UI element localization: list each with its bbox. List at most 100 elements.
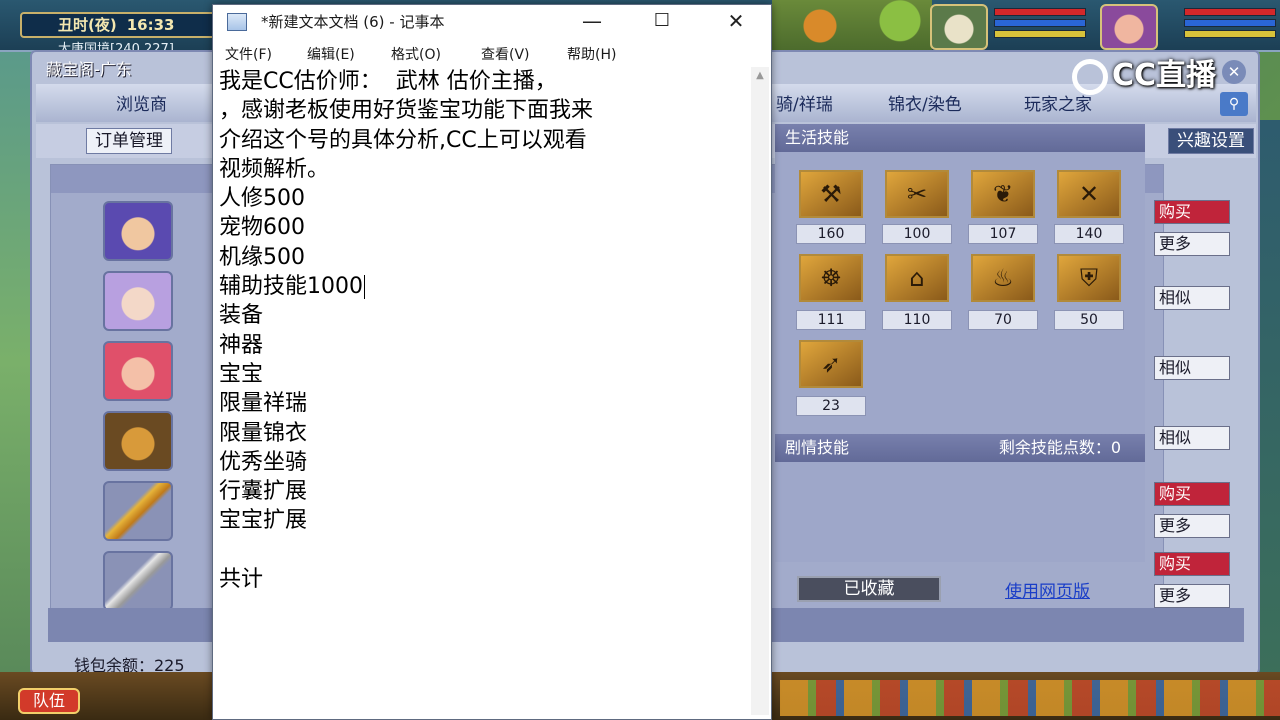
skill-level: 50 [1054,310,1124,330]
skill-tool-icon[interactable]: ✂ [885,170,949,218]
game-time-box: 丑时(夜) 16:33 [20,12,220,38]
skill-level: 107 [968,224,1038,244]
cc-live-watermark: CC直播 [1072,50,1216,95]
listing-thumbnail[interactable] [103,201,173,261]
notepad-menu-bar: 文件(F) 编辑(E) 格式(O) 查看(V) 帮助(H) [213,41,771,65]
hp-bar [994,8,1086,16]
shortcut-icons-bar[interactable] [780,680,1280,716]
use-web-version-link[interactable]: 使用网页版 [1005,577,1090,602]
exp-bar [1184,30,1276,38]
similar-button[interactable]: 相似 [1154,356,1230,380]
notepad-app-icon [227,13,247,31]
listing-thumbnail[interactable] [103,271,173,331]
mp-bar [994,19,1086,27]
text-line: 宠物600 [219,215,305,241]
similar-button[interactable]: 相似 [1154,426,1230,450]
decor-scenery [772,0,932,52]
text-line: ，感谢老板使用好货鉴宝功能下面我来 [219,98,594,124]
plot-skills-header: 剧情技能 剩余技能点数：0 [775,434,1145,462]
text-line [219,536,749,565]
listing-thumbnail[interactable] [103,551,173,611]
text-line: 宝宝扩展 [219,508,308,534]
skill-building-icon[interactable]: ⌂ [885,254,949,302]
more-button[interactable]: 更多 [1154,584,1230,608]
pet-status-bars [994,8,1086,41]
buy-button[interactable]: 购买 [1154,552,1230,576]
menu-edit[interactable]: 编辑(E) [307,44,355,64]
nav-mount-xiangrui[interactable]: 骑/祥瑞 [776,90,833,115]
skill-level: 100 [882,224,952,244]
player-portrait[interactable] [1100,4,1158,50]
team-button[interactable]: 队伍 [18,688,80,714]
menu-help[interactable]: 帮助(H) [567,44,616,64]
text-caret [364,275,365,300]
text-line: 限量祥瑞 [219,391,308,417]
exp-bar [994,30,1086,38]
cc-logo-icon [1072,58,1108,95]
vertical-scrollbar[interactable]: ▲ [751,67,769,715]
order-manage-button[interactable]: 订单管理 [86,128,172,154]
listing-thumbnail[interactable] [103,481,173,541]
listing-thumbnail[interactable] [103,341,173,401]
more-button[interactable]: 更多 [1154,514,1230,538]
close-icon[interactable]: ✕ [713,7,759,35]
buy-button[interactable]: 购买 [1154,482,1230,506]
skill-level: 160 [796,224,866,244]
maximize-icon[interactable]: ☐ [639,7,685,35]
nav-browse[interactable]: 浏览商 [116,90,167,115]
favorited-button[interactable]: 已收藏 [797,576,941,602]
text-line: 人修500 [219,186,305,212]
text-line: 机缘500 [219,244,305,270]
menu-format[interactable]: 格式(O) [391,44,441,64]
text-line: 行囊扩展 [219,479,308,505]
skill-herb-icon[interactable]: ❦ [971,170,1035,218]
text-line: 限量锦衣 [219,420,308,446]
skill-level: 110 [882,310,952,330]
skill-level: 23 [796,396,866,416]
skill-level: 140 [1054,224,1124,244]
scroll-up-icon[interactable]: ▲ [751,67,769,85]
text-line: 辅助技能1000 [219,274,363,300]
skill-defense-icon[interactable]: ⛨ [1057,254,1121,302]
text-line: 视频解析。 [219,156,330,182]
search-icon[interactable]: ⚲ [1220,92,1248,116]
text-line: 优秀坐骑 [219,449,308,475]
text-line: 共计 [219,567,264,593]
notepad-title: *新建文本文档 (6) - 记事本 [261,13,445,31]
text-line: 我是CC估价师： 武林 估价主播， [219,69,557,94]
skill-cooking-icon[interactable]: ♨ [971,254,1035,302]
similar-button[interactable]: 相似 [1154,286,1230,310]
menu-view[interactable]: 查看(V) [481,44,530,64]
skill-hammer-icon[interactable]: ⚒ [799,170,863,218]
menu-file[interactable]: 文件(F) [225,44,272,64]
hp-bar [1184,8,1276,16]
text-line-current: 辅助技能1000 [219,272,749,301]
skill-meditation-icon[interactable]: ☸ [799,254,863,302]
interest-settings-button[interactable]: 兴趣设置 [1168,128,1254,154]
more-button[interactable]: 更多 [1154,232,1230,256]
skill-level: 111 [796,310,866,330]
notepad-window: *新建文本文档 (6) - 记事本 — ☐ ✕ 文件(F) 编辑(E) 格式(O… [212,4,772,720]
plot-skills-title: 剧情技能 [785,438,850,457]
nav-costume-dye[interactable]: 锦衣/染色 [888,90,962,115]
minimize-icon[interactable]: — [569,7,615,35]
text-line: 宝宝 [219,361,264,387]
mp-bar [1184,19,1276,27]
notepad-text-area[interactable]: 我是CC估价师： 武林 估价主播， ，感谢老板使用好货鉴宝功能下面我来 介绍这个… [219,67,749,713]
skill-level: 70 [968,310,1038,330]
text-line: 装备 [219,303,264,329]
skill-running-icon[interactable]: ➶ [799,340,863,388]
text-line: 介绍这个号的具体分析,CC上可以观看 [219,127,587,153]
remaining-skill-points: 剩余技能点数：0 [998,438,1121,457]
text-line: 神器 [219,332,264,358]
pet-portrait[interactable] [930,4,988,50]
close-icon[interactable]: ✕ [1222,60,1246,84]
buy-button[interactable]: 购买 [1154,200,1230,224]
life-skills-header: 生活技能 [775,124,1145,152]
player-status-bars [1184,8,1276,41]
skills-panel: 生活技能 ⚒ ✂ ❦ ✕ 160 100 107 140 ☸ ⌂ ♨ ⛨ 111… [775,124,1145,562]
listing-thumbnail[interactable] [103,411,173,471]
skill-craft-icon[interactable]: ✕ [1057,170,1121,218]
time-clock: 16:33 [126,16,175,34]
notepad-title-bar[interactable]: *新建文本文档 (6) - 记事本 — ☐ ✕ [213,5,771,37]
